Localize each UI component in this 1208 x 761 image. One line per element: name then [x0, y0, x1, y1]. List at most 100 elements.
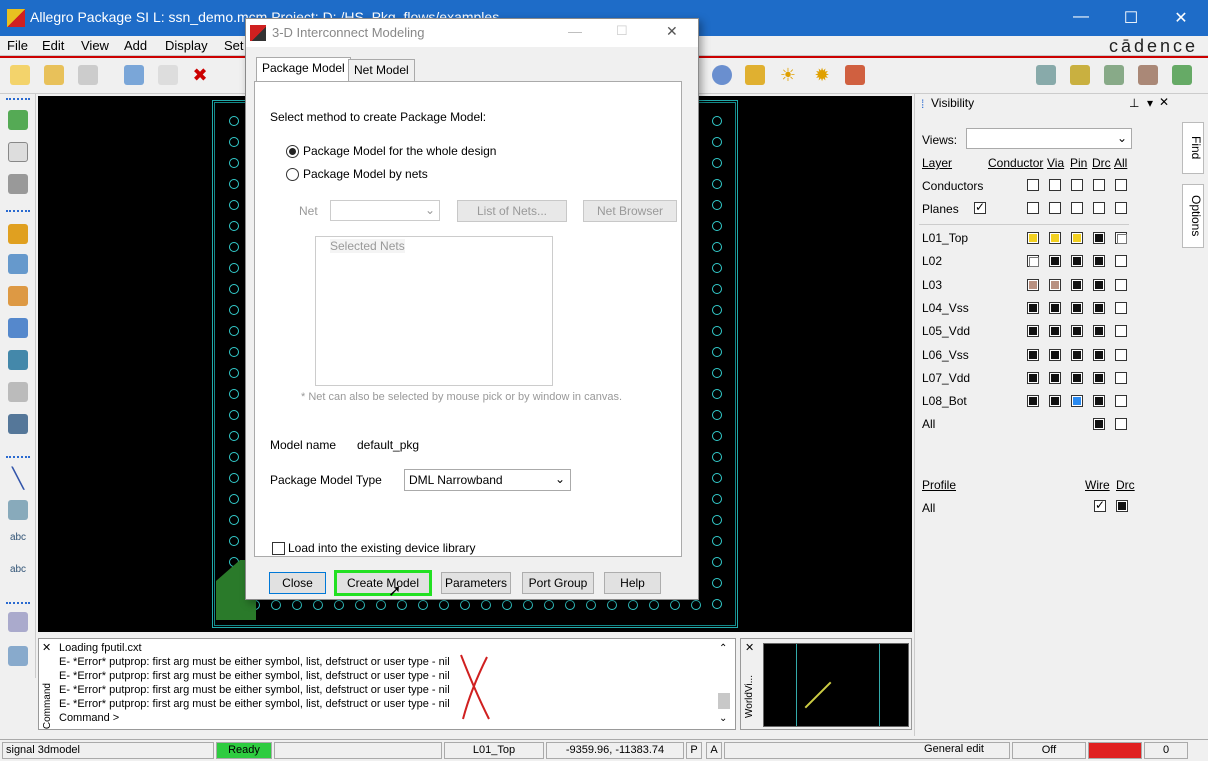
delete-icon[interactable]: ✖ [190, 65, 210, 85]
layer-visibility-checkbox[interactable] [1049, 371, 1061, 384]
layer-visibility-checkbox[interactable] [1049, 278, 1061, 291]
profile-label[interactable]: Profile [922, 478, 956, 492]
shape-icon[interactable] [8, 500, 28, 520]
drc-icon[interactable] [845, 65, 865, 85]
views-select[interactable]: ⌄ [966, 128, 1132, 149]
open-folder-icon[interactable] [44, 65, 64, 85]
status-drc[interactable]: DRC [1088, 742, 1142, 759]
new-file-icon[interactable] [10, 65, 30, 85]
net-browser-button[interactable]: Net Browser [583, 200, 677, 222]
layer-visibility-checkbox[interactable] [1071, 278, 1083, 291]
layer-visibility-checkbox[interactable] [1049, 348, 1061, 361]
wire-header[interactable]: Wire [1085, 478, 1110, 492]
all-header[interactable]: All [1114, 156, 1127, 170]
layer-visibility-checkbox[interactable] [1027, 371, 1039, 384]
edit-text-icon[interactable]: abc [8, 564, 28, 584]
group-visibility-checkbox[interactable] [1115, 179, 1127, 191]
load-existing-label[interactable]: Load into the existing device library [288, 541, 475, 555]
edit-route-icon[interactable] [8, 254, 28, 274]
status-p[interactable]: P [686, 742, 702, 759]
pin-icon[interactable]: ⊥ [1129, 96, 1139, 110]
close-button[interactable]: Close [269, 572, 326, 594]
bundle-icon[interactable] [8, 318, 28, 338]
layer-visibility-checkbox[interactable] [1071, 395, 1083, 408]
group-visibility-checkbox[interactable] [1049, 202, 1061, 214]
tab-net-model[interactable]: Net Model [348, 59, 415, 81]
pin-header[interactable]: Pin [1070, 156, 1087, 170]
layer-visibility-checkbox[interactable] [1049, 255, 1061, 268]
create-model-button[interactable]: Create Model [334, 570, 432, 596]
layer-visibility-checkbox[interactable] [1093, 301, 1105, 314]
tab-find[interactable]: Find [1182, 122, 1204, 174]
layer-visibility-checkbox[interactable] [1115, 325, 1127, 338]
component-icon[interactable] [8, 110, 28, 130]
radio-by-nets[interactable] [286, 168, 299, 181]
layer-header[interactable]: Layer [922, 156, 952, 170]
layer-visibility-checkbox[interactable] [1093, 348, 1105, 361]
layer-visibility-checkbox[interactable] [1115, 395, 1127, 408]
layer-visibility-checkbox[interactable] [1093, 232, 1105, 244]
group-visibility-checkbox[interactable] [1093, 179, 1105, 191]
connector-icon[interactable] [8, 174, 28, 194]
status-a[interactable]: A [706, 742, 722, 759]
layer-visibility-checkbox[interactable] [1071, 348, 1083, 361]
layer-visibility-checkbox[interactable] [1115, 255, 1127, 268]
tune-icon[interactable] [8, 414, 28, 434]
layer-visibility-checkbox[interactable] [1093, 395, 1105, 408]
align-icon[interactable] [8, 646, 28, 666]
scroll-down-icon[interactable]: ⌄ [719, 713, 727, 724]
layer-visibility-checkbox[interactable] [1093, 418, 1105, 431]
layer-visibility-checkbox[interactable] [1071, 255, 1083, 268]
stack-icon[interactable] [1138, 65, 1158, 85]
profile-drc-checkbox[interactable] [1116, 500, 1128, 512]
layer-visibility-checkbox[interactable] [1049, 232, 1061, 244]
maximize-button[interactable]: ☐ [1116, 8, 1146, 28]
grid-icon[interactable] [1036, 65, 1056, 85]
spread-icon[interactable] [8, 382, 28, 402]
palette-icon[interactable] [1172, 65, 1192, 85]
dropdown-icon[interactable]: ▾ [1147, 96, 1153, 110]
layer-visibility-checkbox[interactable] [1071, 371, 1083, 384]
info-icon[interactable] [712, 65, 732, 85]
menu-edit[interactable]: Edit [42, 38, 64, 53]
layer-visibility-checkbox[interactable] [1049, 395, 1061, 408]
group-visibility-checkbox[interactable] [1071, 179, 1083, 191]
fanout-icon[interactable] [8, 286, 28, 306]
scroll-up-icon[interactable]: ⌃ [719, 643, 727, 654]
worldview-map[interactable] [763, 643, 909, 727]
route-icon[interactable] [8, 224, 28, 244]
menu-view[interactable]: View [81, 38, 109, 53]
layer-visibility-checkbox[interactable] [1115, 348, 1127, 361]
help-button[interactable]: Help [604, 572, 661, 594]
net-select[interactable]: ⌄ [330, 200, 440, 221]
planes-master-checkbox[interactable] [974, 200, 986, 214]
menu-add[interactable]: Add [124, 38, 147, 53]
close-pane-icon[interactable]: ✕ [42, 641, 51, 654]
close-worldview-icon[interactable]: ✕ [745, 641, 754, 654]
tab-options[interactable]: Options [1182, 184, 1204, 248]
dialog-close-icon[interactable]: ✕ [666, 23, 678, 40]
layer-visibility-checkbox[interactable] [1027, 395, 1039, 408]
layer-visibility-checkbox[interactable] [1049, 301, 1061, 314]
layer-visibility-checkbox[interactable] [1115, 301, 1127, 314]
group-visibility-checkbox[interactable] [1049, 179, 1061, 191]
load-existing-checkbox[interactable] [272, 542, 285, 555]
tab-package-model[interactable]: Package Model [256, 57, 351, 82]
group-visibility-checkbox[interactable] [1093, 202, 1105, 214]
layer-visibility-checkbox[interactable] [1071, 301, 1083, 314]
command-scrollbar[interactable]: ⌃ ⌄ [717, 643, 731, 725]
layer-visibility-checkbox[interactable] [1027, 278, 1039, 291]
add-text-icon[interactable]: abc [8, 532, 28, 552]
port-group-button[interactable]: Port Group [522, 572, 594, 594]
close-window-button[interactable]: ✕ [1166, 8, 1196, 28]
measure-icon[interactable] [745, 65, 765, 85]
profile-drc-header[interactable]: Drc [1116, 478, 1135, 492]
radio-by-nets-label[interactable]: Package Model by nets [303, 167, 428, 181]
group-visibility-checkbox[interactable] [1027, 202, 1039, 214]
flow-icon[interactable] [8, 350, 28, 370]
layer-visibility-checkbox[interactable] [1115, 418, 1127, 431]
dialog-minimize-button[interactable]: — [568, 23, 582, 39]
via-header[interactable]: Via [1047, 156, 1064, 170]
model-type-select[interactable]: DML Narrowband ⌄ [404, 469, 571, 491]
highlight-icon[interactable]: ✹ [812, 65, 832, 85]
